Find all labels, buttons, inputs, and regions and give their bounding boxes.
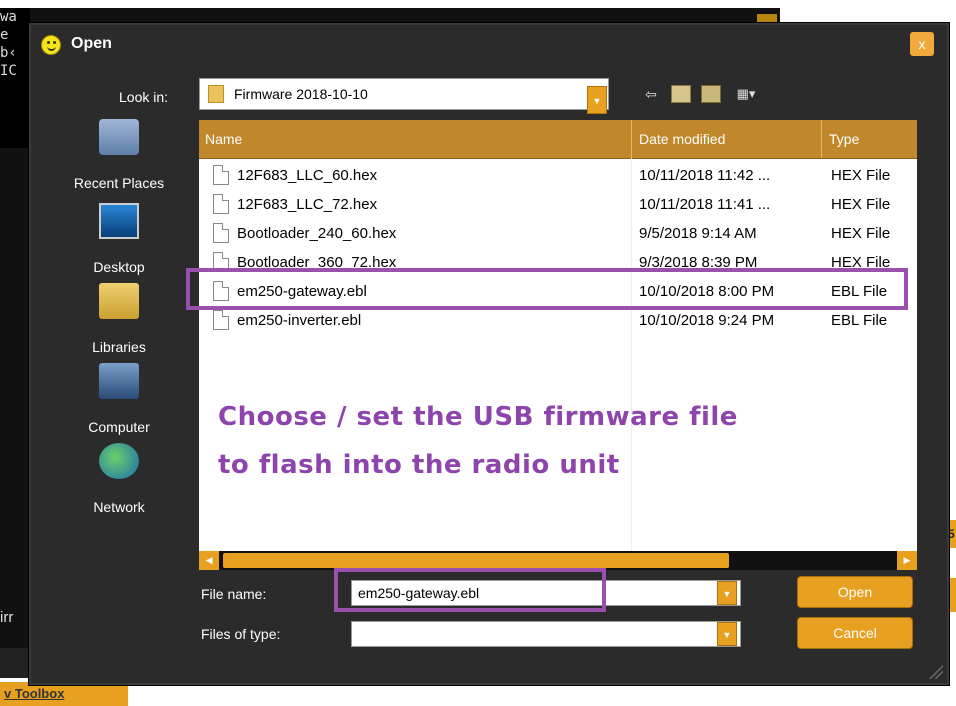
column-separator[interactable] — [821, 120, 822, 158]
file-name-label: File name: — [201, 586, 267, 602]
scroll-left-icon[interactable]: ◀ — [199, 551, 219, 570]
place-label: Libraries — [92, 339, 146, 355]
look-in-dropdown-arrow[interactable]: ▼ — [587, 86, 607, 114]
file-icon — [213, 310, 229, 330]
place-label: Computer — [88, 419, 150, 435]
smiley-icon — [41, 35, 61, 55]
place-network[interactable]: Network — [59, 443, 179, 519]
column-separator[interactable] — [631, 120, 632, 158]
file-type: HEX File — [831, 196, 891, 213]
place-recent-places[interactable]: Recent Places — [59, 119, 179, 195]
files-of-type-label: Files of type: — [201, 626, 281, 642]
scroll-right-icon[interactable]: ▶ — [897, 551, 917, 570]
file-name: em250-inverter.ebl — [237, 312, 362, 329]
folder-icon — [208, 85, 224, 103]
console-line: wa — [0, 9, 17, 25]
annotation-line: Choose / set the USB firmware file — [218, 402, 738, 432]
file-list[interactable]: Name Date modified Type 12F683_LLC_60.he… — [199, 120, 917, 570]
look-in-label: Look in: — [119, 89, 169, 105]
dialog-titlebar[interactable]: Open x — [29, 23, 949, 67]
view-menu-icon[interactable]: ▦▾ — [731, 85, 761, 103]
open-button[interactable]: Open — [797, 576, 913, 608]
files-of-type-select[interactable] — [351, 621, 741, 647]
look-in-value: Firmware 2018-10-10 — [234, 86, 368, 102]
dialog-title: Open — [71, 35, 112, 52]
console-line: e — [0, 27, 9, 43]
new-folder-icon[interactable] — [701, 85, 721, 103]
desktop-icon — [99, 203, 139, 239]
place-libraries[interactable]: Libraries — [59, 283, 179, 359]
file-name: Bootloader_240_60.hex — [237, 225, 397, 242]
recent-places-icon — [99, 119, 139, 155]
file-type: EBL File — [831, 312, 888, 329]
scroll-thumb[interactable] — [223, 553, 729, 568]
place-label: Desktop — [93, 259, 145, 275]
console-line: IC — [0, 63, 17, 79]
close-button[interactable]: x — [910, 32, 934, 56]
cancel-button[interactable]: Cancel — [797, 617, 913, 649]
file-date: 10/11/2018 11:42 ... — [639, 167, 771, 184]
place-label: Recent Places — [73, 175, 165, 191]
back-icon[interactable]: ⇦ — [641, 85, 661, 103]
file-row[interactable]: 12F683_LLC_72.hex 10/11/2018 11:41 ... H… — [199, 191, 917, 220]
place-label: Network — [93, 499, 145, 515]
computer-icon — [99, 363, 139, 399]
background-console: wa e b‹ IC — [0, 8, 30, 148]
file-type: HEX File — [831, 225, 891, 242]
annotation-line: to flash into the radio unit — [218, 450, 620, 480]
background-left-label: irr — [0, 598, 28, 638]
file-name-dropdown-arrow[interactable]: ▼ — [717, 581, 737, 605]
up-folder-icon[interactable] — [671, 85, 691, 103]
network-icon — [99, 443, 139, 479]
file-row[interactable]: 12F683_LLC_60.hex 10/11/2018 11:42 ... H… — [199, 162, 917, 191]
file-date: 10/11/2018 11:41 ... — [639, 196, 771, 213]
files-of-type-dropdown-arrow[interactable]: ▼ — [717, 622, 737, 646]
place-computer[interactable]: Computer — [59, 363, 179, 439]
list-header: Name Date modified Type — [199, 120, 917, 159]
console-line: b‹ — [0, 45, 17, 61]
file-icon — [213, 165, 229, 185]
file-icon — [213, 223, 229, 243]
file-name: 12F683_LLC_72.hex — [237, 196, 378, 213]
column-header-date[interactable]: Date modified — [639, 131, 725, 147]
highlight-box-file-name — [334, 568, 606, 612]
column-header-name[interactable]: Name — [205, 131, 242, 147]
file-name: 12F683_LLC_60.hex — [237, 167, 378, 184]
place-desktop[interactable]: Desktop — [59, 203, 179, 279]
file-row[interactable]: em250-inverter.ebl 10/10/2018 9:24 PM EB… — [199, 307, 917, 336]
column-header-type[interactable]: Type — [829, 131, 859, 147]
highlight-box-file-row — [186, 268, 908, 310]
file-date: 10/10/2018 9:24 PM — [639, 312, 775, 329]
file-type: HEX File — [831, 167, 891, 184]
file-row[interactable]: Bootloader_240_60.hex 9/5/2018 9:14 AM H… — [199, 220, 917, 249]
file-date: 9/5/2018 9:14 AM — [639, 225, 757, 242]
background-footer — [0, 648, 30, 678]
resize-grip-icon[interactable] — [927, 663, 943, 679]
file-icon — [213, 194, 229, 214]
libraries-icon — [99, 283, 139, 319]
look-in-combo[interactable]: Firmware 2018-10-10 — [199, 78, 609, 110]
